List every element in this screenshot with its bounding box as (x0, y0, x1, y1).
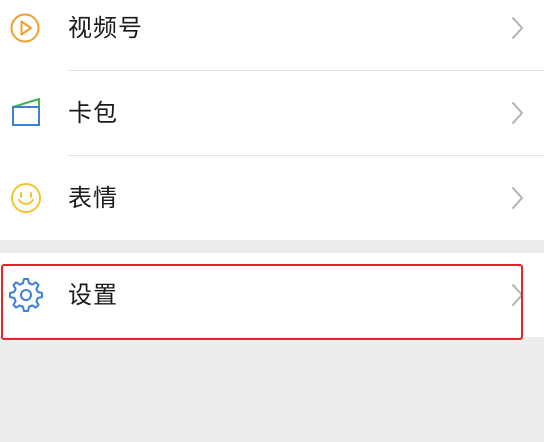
menu-item-label: 卡包 (68, 99, 118, 127)
menu-group-bottom: 设置 (0, 253, 544, 337)
menu-item-label: 设置 (68, 281, 118, 309)
sticker-smiley-icon (8, 180, 44, 216)
settings-gear-icon (8, 277, 44, 313)
chevron-right-icon (508, 282, 526, 308)
chevron-right-icon (508, 100, 526, 126)
menu-item-label: 视频号 (68, 14, 143, 42)
menu-item-settings[interactable]: 设置 (0, 253, 544, 337)
menu-item-card-wallet[interactable]: 卡包 (0, 71, 544, 156)
chevron-right-icon (508, 15, 526, 41)
menu-item-label: 表情 (68, 184, 118, 212)
menu-group-top: 视频号 卡包 表情 (0, 0, 544, 240)
channels-play-icon (8, 10, 44, 46)
card-wallet-icon (8, 95, 44, 131)
me-settings-menu: 视频号 卡包 表情 设置 (0, 0, 544, 442)
menu-item-stickers[interactable]: 表情 (0, 156, 544, 241)
chevron-right-icon (508, 185, 526, 211)
